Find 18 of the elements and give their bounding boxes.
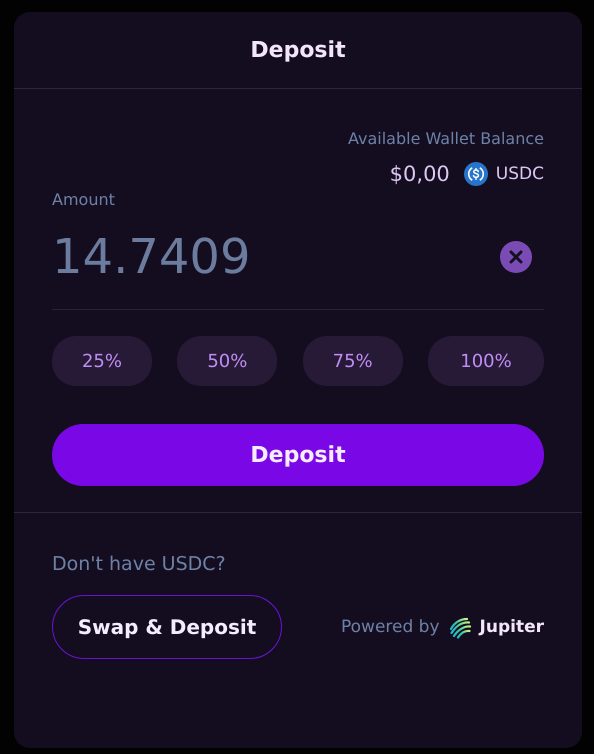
dialog-title: Deposit (250, 38, 346, 62)
percent-button[interactable]: 75% (302, 336, 403, 386)
prompt-text: Don't have USDC? (52, 553, 226, 575)
percent-button[interactable]: 100% (428, 336, 544, 386)
percent-button[interactable]: 25% (52, 336, 152, 386)
provider-name: Jupiter (480, 617, 544, 637)
powered-by-label: Powered by (341, 617, 440, 637)
swap-deposit-button[interactable]: Swap & Deposit (52, 595, 282, 659)
amount-field[interactable]: 14.7409 (52, 229, 372, 285)
balance-label: Available Wallet Balance (348, 129, 544, 148)
deposit-button[interactable]: Deposit (52, 424, 544, 486)
striped-sphere-icon (448, 615, 472, 639)
clear-icon[interactable] (500, 241, 532, 273)
amount-label: Amount (52, 190, 115, 209)
coin-icon (464, 162, 488, 186)
percent-button[interactable]: 50% (177, 336, 278, 386)
balance-value: $0,00 (390, 162, 450, 186)
token-symbol: USDC (496, 164, 544, 184)
